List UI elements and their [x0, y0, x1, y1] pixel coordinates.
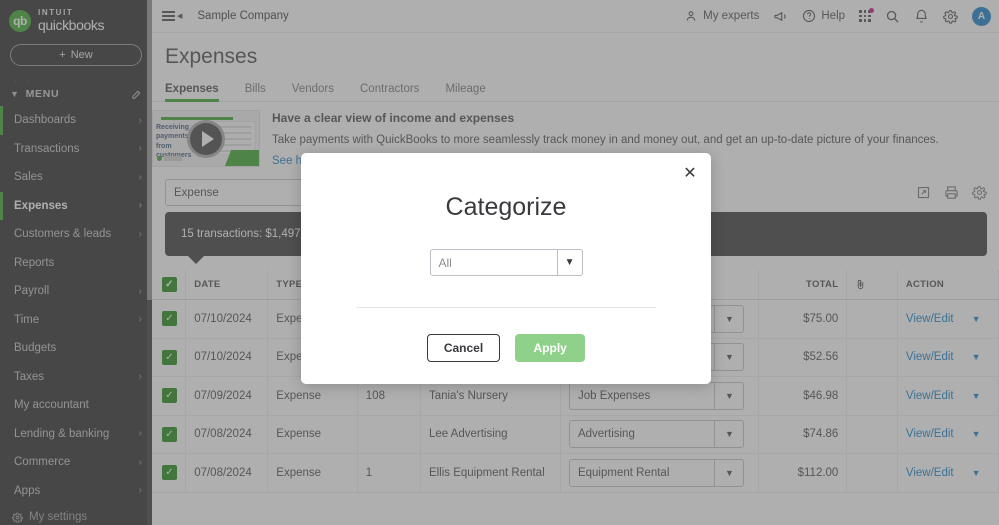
select-divider [557, 250, 558, 275]
category-filter-select[interactable]: All ▼ [430, 249, 583, 276]
close-icon[interactable]: ✕ [682, 166, 698, 182]
modal-title: Categorize [301, 153, 711, 222]
category-filter-value: All [439, 256, 452, 270]
chevron-down-icon: ▼ [565, 257, 575, 268]
cancel-button[interactable]: Cancel [427, 334, 500, 362]
modal-actions: Cancel Apply [301, 334, 711, 362]
modal-divider [356, 307, 656, 308]
apply-button[interactable]: Apply [515, 334, 585, 362]
app-root: qb INTUIT quickbooks + New · · ▼ MENU Da… [0, 0, 999, 525]
categorize-modal: ✕ Categorize All ▼ Cancel Apply [301, 153, 711, 384]
